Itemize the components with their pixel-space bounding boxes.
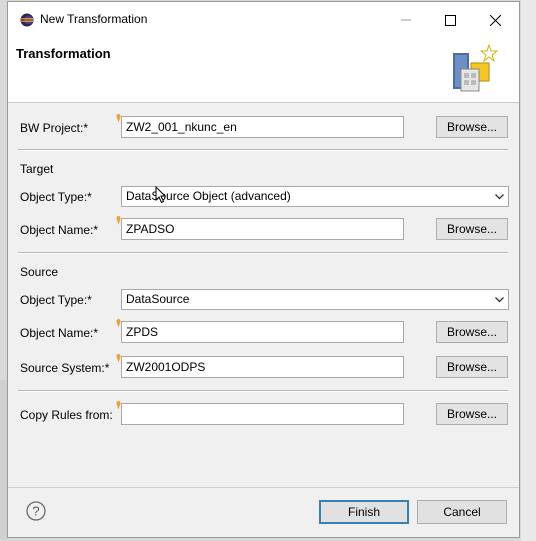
separator [18,149,508,151]
target-object-type-label: Object Type:* [20,190,92,204]
minimize-button[interactable] [386,7,426,33]
copy-rules-browse-button[interactable]: Browse... [436,403,508,425]
svg-text:?: ? [32,504,39,519]
source-object-type-value: DataSource [126,292,190,306]
bw-project-browse-button[interactable]: Browse... [436,116,508,138]
target-object-browse-button[interactable]: Browse... [436,218,508,240]
minimize-icon [401,19,411,21]
mouse-cursor-icon [155,186,167,204]
eclipse-icon [20,13,34,27]
bw-project-label: BW Project:* [20,121,89,135]
footer-separator [8,487,519,488]
help-icon[interactable]: ? [26,501,46,521]
chevron-down-icon [495,297,504,303]
source-system-browse-button[interactable]: Browse... [436,356,508,378]
bw-project-input[interactable]: ZW2_001_nkunc_en [121,116,404,138]
close-button[interactable] [475,7,515,33]
background-window-edge [521,0,536,541]
transformation-banner-icon [453,43,499,92]
wizard-header: Transformation [8,38,519,103]
title-bar[interactable]: New Transformation [8,2,519,38]
target-section-label: Target [20,162,54,176]
window-title: New Transformation [40,12,148,26]
copy-rules-label: Copy Rules from: [20,408,113,422]
separator [18,252,508,254]
source-section-label: Source [20,265,59,279]
target-object-type-select[interactable]: DataSource Object (advanced) [121,186,509,207]
cancel-button[interactable]: Cancel [417,500,507,524]
separator [18,390,508,392]
page-title: Transformation [16,46,111,61]
source-object-type-label: Object Type:* [20,293,92,307]
chevron-down-icon [495,194,504,200]
source-object-browse-button[interactable]: Browse... [436,321,508,343]
source-system-input[interactable]: ZW2001ODPS [121,356,404,378]
close-icon [489,14,501,26]
source-object-name-input[interactable]: ZPDS [121,321,404,343]
target-object-type-value: DataSource Object (advanced) [126,189,291,203]
source-object-type-select[interactable]: DataSource [121,289,509,310]
maximize-icon [444,14,456,26]
copy-rules-input[interactable] [121,403,404,425]
source-system-label: Source System:* [20,361,110,375]
maximize-button[interactable] [430,7,470,33]
target-object-name-label: Object Name:* [20,223,99,237]
finish-button[interactable]: Finish [319,500,409,524]
target-object-name-input[interactable]: ZPADSO [121,218,404,240]
dialog-window: New Transformation Transformation BW Pro… [7,1,520,538]
source-object-name-label: Object Name:* [20,326,99,340]
